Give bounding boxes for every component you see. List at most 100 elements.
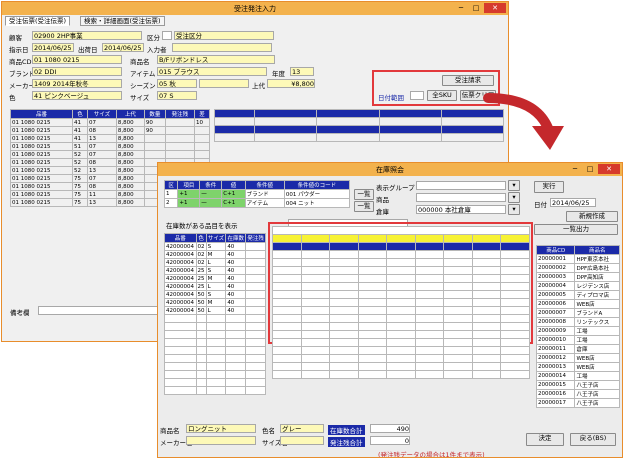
list-item: 20000005 ディプロマ店 (535, 290, 620, 300)
maximize-icon[interactable]: □ (583, 164, 597, 174)
table-cell (195, 354, 207, 363)
year-field[interactable]: 13 (290, 67, 314, 76)
date-field[interactable]: 2014/06/25 (550, 198, 596, 207)
table-cell (164, 330, 197, 339)
minimize-icon[interactable]: ─ (454, 3, 468, 13)
table-cell: 8,800 (115, 190, 145, 199)
table-cell (225, 314, 247, 323)
grid-header (443, 242, 473, 251)
grid-cell (329, 346, 359, 355)
order-type-field[interactable]: 受注区分 (174, 31, 274, 40)
minimize-icon[interactable]: ─ (568, 164, 582, 174)
product-field[interactable] (416, 193, 506, 202)
product-dropdown[interactable]: ▾ (508, 192, 520, 203)
warehouse-field[interactable]: 000000 本社倉庫 (416, 205, 506, 214)
grid-cell (329, 370, 359, 379)
table-cell: 07 (86, 174, 117, 183)
season-field[interactable]: 05 秋 (157, 79, 197, 88)
product-name-field[interactable]: ロングニット (186, 424, 256, 433)
size-field[interactable]: 07 S (157, 91, 197, 100)
new-button[interactable]: 新規作成 (566, 211, 618, 222)
grid-cell (329, 258, 359, 267)
grid-cell (272, 362, 302, 371)
item-field[interactable]: 015 ブラウス (157, 67, 267, 76)
customer-field[interactable]: 02900 2HP事業 (32, 31, 142, 40)
grid-cell (300, 258, 331, 267)
issue-button[interactable]: 受注請求 (442, 75, 494, 86)
grid-cell (300, 250, 331, 259)
tab-search[interactable]: 検索・詳細画面(受注伝票) (80, 16, 165, 26)
table-cell (245, 362, 266, 371)
table-cell: 75 (72, 182, 88, 191)
grid-cell (443, 322, 473, 331)
maker-field[interactable]: 1409 2014年秋冬 (32, 79, 122, 88)
close-icon[interactable]: ✕ (484, 3, 506, 13)
list-button-1[interactable]: 一覧 (354, 189, 374, 200)
grid-cell (329, 322, 359, 331)
season-detail-field[interactable] (199, 79, 249, 88)
retail-field[interactable]: ¥8,800 (267, 79, 315, 88)
grid-cell (357, 306, 388, 315)
grid-header (414, 242, 445, 251)
list-cell: 工場 (574, 371, 620, 381)
display-group-dropdown[interactable]: ▾ (508, 180, 520, 191)
display-group-field[interactable] (416, 181, 506, 190)
table-cell: 02 (195, 250, 207, 259)
cancel-button[interactable]: 戻る(BS) (570, 433, 616, 446)
table-cell: 75 (72, 198, 88, 207)
all-sku-button[interactable]: 全SKU (427, 90, 457, 101)
table-cell (195, 378, 207, 387)
table-cell (164, 362, 197, 371)
list-button-2[interactable]: 一覧 (354, 201, 374, 212)
table-cell: 8,800 (115, 182, 145, 191)
tab-order[interactable]: 受注伝票(受注伝票) (5, 16, 71, 26)
table-row: 42000004 02 M 40 (164, 250, 266, 259)
filter-cell: 2 (163, 198, 179, 208)
product-code-field[interactable]: 01 1080 0215 (32, 55, 122, 64)
close-icon[interactable]: ✕ (598, 164, 620, 174)
memo-field[interactable] (38, 306, 158, 315)
grid-row (272, 258, 530, 267)
grid-cell (272, 314, 302, 323)
table-cell (205, 354, 227, 363)
grid-row (272, 314, 530, 323)
export-button[interactable]: 一覧出力 (534, 224, 618, 235)
size-name-field[interactable] (280, 436, 324, 445)
filter-row: 1 +1 一 C+1 ブランド 001 パウダー (163, 189, 351, 199)
entry-field[interactable] (172, 43, 272, 52)
maximize-icon[interactable]: □ (469, 3, 483, 13)
grid-row (272, 282, 530, 291)
ship-date-field[interactable]: 2014/06/25 (102, 43, 144, 52)
color-name-field[interactable]: グレー (280, 424, 324, 433)
grid-cell (272, 298, 302, 307)
stock-table: 品番色サイズ 在庫数 発注残 42000004 02 S 40 42000004 02 M 40 4… (164, 233, 266, 395)
list-cell: 20000005 (535, 290, 576, 300)
run-button[interactable]: 実行 (534, 181, 564, 193)
table-row: 42000004 25 M 40 (164, 274, 266, 283)
product-name-field[interactable]: B/Fリボンドレス (157, 55, 275, 64)
brand-field[interactable]: 02 DDI (32, 67, 122, 76)
column-header: 在庫数 (225, 233, 247, 243)
grid-cell (329, 290, 359, 299)
grid-row (272, 354, 530, 363)
filter-field[interactable] (410, 91, 424, 100)
list-cell: ディプロマ店 (574, 290, 620, 300)
color-field[interactable]: 41 ピンクベージュ (32, 91, 122, 100)
column-header: 品番 (9, 109, 74, 119)
table-cell (225, 362, 247, 371)
decide-button[interactable]: 決定 (526, 433, 564, 446)
summary-header (378, 109, 442, 118)
maker-name-field[interactable] (186, 436, 256, 445)
grid-row (272, 306, 530, 315)
warehouse-dropdown[interactable]: ▾ (508, 204, 520, 215)
order-date-field[interactable]: 2014/06/25 (32, 43, 74, 52)
grid-cell (500, 282, 530, 291)
list-cell: リンテックス (574, 317, 620, 327)
table-cell: 13 (86, 198, 117, 207)
warehouse-label: 倉庫 (376, 208, 389, 216)
order-type-code[interactable] (162, 31, 172, 40)
table-cell: 42000004 (164, 298, 197, 307)
grid-cell (329, 330, 359, 339)
table-cell (164, 142, 196, 151)
grid-row (272, 346, 530, 355)
